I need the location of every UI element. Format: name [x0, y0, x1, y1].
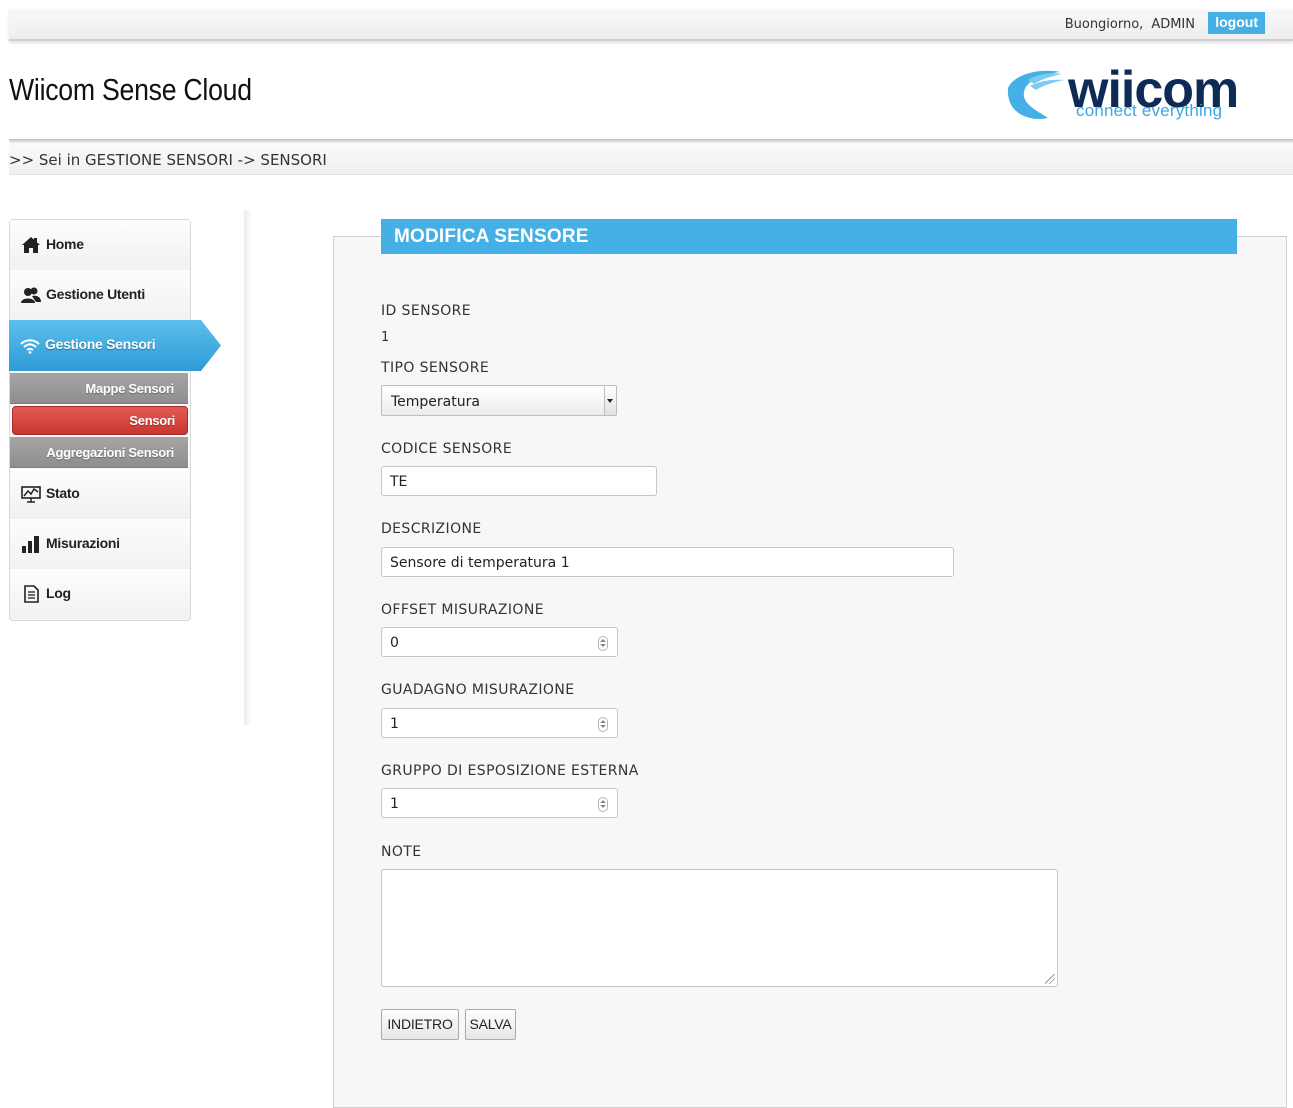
note-textarea[interactable] [381, 869, 1058, 987]
offset-value: 0 [390, 635, 399, 651]
salva-button[interactable]: SALVA [465, 1009, 516, 1040]
offset-label: OFFSET MISURAZIONE [381, 602, 544, 618]
tipo-sensore-select[interactable]: Temperatura [381, 385, 617, 416]
monitor-chart-icon [21, 486, 41, 503]
breadcrumb-bar: >> Sei in GESTIONE SENSORI -> SENSORI [9, 143, 1293, 175]
codice-sensore-value: TE [390, 474, 408, 490]
descrizione-input[interactable]: Sensore di temperatura 1 [381, 547, 954, 577]
tipo-sensore-selected: Temperatura [391, 394, 480, 410]
codice-sensore-input[interactable]: TE [381, 466, 657, 496]
sidebar-item-gestione-sensori[interactable]: Gestione Sensori [9, 320, 221, 371]
sidebar-item-log[interactable]: Log [10, 569, 190, 619]
username: ADMIN [1151, 17, 1195, 32]
guadagno-value: 1 [390, 716, 399, 732]
logout-button[interactable]: logout [1208, 12, 1265, 34]
sidebar-item-misurazioni[interactable]: Misurazioni [10, 519, 190, 570]
greeting-text: Buongiorno, [1064, 17, 1144, 32]
subitem-label: Mappe Sensori [85, 381, 174, 396]
wiicom-logo: wiicom connect everything [1000, 61, 1270, 124]
descrizione-value: Sensore di temperatura 1 [390, 555, 570, 571]
app-title: Wiicom Sense Cloud [9, 72, 252, 107]
wifi-icon [20, 339, 40, 354]
sidebar-item-stato[interactable]: Stato [10, 469, 190, 520]
document-icon [24, 585, 39, 603]
stepper-icon[interactable] [598, 797, 608, 812]
stepper-icon[interactable] [598, 636, 608, 651]
sidebar-item-label: Stato [46, 485, 80, 501]
note-label: NOTE [381, 844, 422, 860]
greeting: Buongiorno, ADMIN [1065, 17, 1195, 32]
subitem-label: Aggregazioni Sensori [46, 445, 174, 460]
subitem-aggregazioni-sensori[interactable]: Aggregazioni Sensori [10, 437, 188, 468]
resize-grip-icon[interactable] [1045, 974, 1055, 984]
descrizione-label: DESCRIZIONE [381, 521, 482, 537]
home-icon [22, 237, 40, 253]
sidebar-item-gestione-utenti[interactable]: Gestione Utenti [10, 270, 190, 321]
subitem-mappe-sensori[interactable]: Mappe Sensori [10, 373, 188, 404]
bar-chart-icon [22, 536, 39, 553]
sidebar-item-label: Gestione Sensori [45, 336, 156, 352]
gruppo-label: GRUPPO DI ESPOSIZIONE ESTERNA [381, 763, 639, 779]
indietro-button[interactable]: INDIETRO [381, 1009, 459, 1040]
stepper-icon[interactable] [598, 717, 608, 732]
gruppo-input[interactable]: 1 [381, 788, 618, 818]
breadcrumb: >> Sei in GESTIONE SENSORI -> SENSORI [9, 151, 327, 169]
guadagno-input[interactable]: 1 [381, 708, 618, 738]
top-bar: Buongiorno, ADMIN logout [9, 9, 1293, 41]
sidebar-shadow [244, 210, 252, 725]
subitem-label: Sensori [129, 413, 175, 428]
dropdown-arrow-icon [604, 386, 616, 415]
offset-input[interactable]: 0 [381, 627, 618, 657]
sidebar-item-label: Home [46, 236, 84, 252]
sidebar-item-label: Log [46, 585, 71, 601]
codice-sensore-label: CODICE SENSORE [381, 441, 513, 457]
users-icon [21, 287, 41, 303]
tipo-sensore-label: TIPO SENSORE [381, 360, 490, 376]
sidebar-item-label: Misurazioni [46, 535, 120, 551]
guadagno-label: GUADAGNO MISURAZIONE [381, 682, 575, 698]
id-sensore-value: 1 [381, 330, 390, 345]
panel-title-bar: MODIFICA SENSORE [381, 219, 1237, 254]
sidebar-item-home[interactable]: Home [10, 220, 190, 271]
subitem-sensori[interactable]: Sensori [12, 406, 188, 435]
gruppo-value: 1 [390, 796, 399, 812]
panel-title: MODIFICA SENSORE [394, 226, 589, 247]
id-sensore-label: ID SENSORE [381, 303, 472, 319]
sidebar-item-label: Gestione Utenti [46, 286, 145, 302]
wave-logo-icon [1007, 70, 1064, 119]
logo-tagline: connect everything [1076, 101, 1223, 120]
